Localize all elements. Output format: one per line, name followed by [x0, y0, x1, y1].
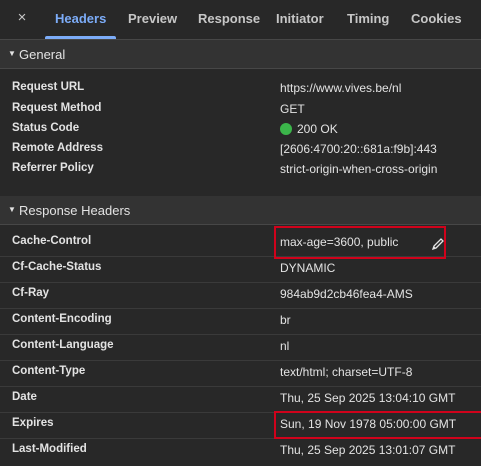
response-row-content-language: Content-Language nl — [0, 337, 481, 357]
header-value[interactable]: DYNAMIC — [280, 261, 335, 275]
general-row-request-url: Request URL https://www.vives.be/nl — [0, 79, 481, 99]
tab-response[interactable]: Response — [198, 11, 260, 26]
row-divider — [0, 438, 481, 439]
active-tab-indicator — [45, 36, 116, 39]
header-name: Content-Language — [12, 339, 114, 351]
tab-timing[interactable]: Timing — [347, 11, 389, 26]
general-row-remote-address: Remote Address [2606:4700:20::681a:f9b]:… — [0, 140, 481, 160]
row-divider — [0, 360, 481, 361]
section-general-header[interactable]: ▼ General — [0, 40, 481, 69]
response-row-expires: Expires Sun, 19 Nov 1978 05:00:00 GMT — [0, 415, 481, 435]
status-code-text: 200 OK — [297, 122, 338, 136]
header-value[interactable]: GET — [280, 102, 305, 116]
details-tab-bar: × Headers Preview Response Initiator Tim… — [0, 0, 481, 40]
general-row-status-code: Status Code 200 OK — [0, 120, 481, 140]
response-row-cf-cache-status: Cf-Cache-Status DYNAMIC — [0, 259, 481, 279]
row-divider — [0, 412, 481, 413]
header-value[interactable]: Thu, 25 Sep 2025 13:04:10 GMT — [280, 391, 455, 405]
close-icon[interactable]: × — [14, 10, 30, 26]
header-name: Cache-Control — [12, 235, 92, 247]
header-value[interactable]: max-age=3600, public — [280, 235, 398, 249]
response-row-date: Date Thu, 25 Sep 2025 13:04:10 GMT — [0, 389, 481, 409]
section-response-headers-title: Response Headers — [19, 203, 131, 218]
header-value[interactable]: Sun, 19 Nov 1978 05:00:00 GMT — [280, 417, 456, 431]
tab-initiator[interactable]: Initiator — [276, 11, 324, 26]
response-row-content-type: Content-Type text/html; charset=UTF-8 — [0, 363, 481, 383]
general-row-referrer-policy: Referrer Policy strict-origin-when-cross… — [0, 160, 481, 180]
section-general-title: General — [19, 47, 66, 62]
header-value[interactable]: Thu, 25 Sep 2025 13:01:07 GMT — [280, 443, 455, 457]
row-divider — [0, 282, 481, 283]
header-value[interactable]: br — [280, 313, 291, 327]
collapse-arrow-icon: ▼ — [8, 205, 16, 214]
header-name: Last-Modified — [12, 443, 87, 455]
row-divider — [0, 308, 481, 309]
header-name: Content-Type — [12, 365, 86, 377]
header-name: Cf-Ray — [12, 287, 50, 299]
response-row-content-encoding: Content-Encoding br — [0, 311, 481, 331]
row-divider — [0, 334, 481, 335]
response-row-last-modified: Last-Modified Thu, 25 Sep 2025 13:01:07 … — [0, 441, 481, 461]
header-name: Content-Encoding — [12, 313, 112, 325]
response-row-cf-ray: Cf-Ray 984ab9d2cb46fea4-AMS — [0, 285, 481, 305]
section-response-headers-header[interactable]: ▼ Response Headers — [0, 196, 481, 225]
header-name: Status Code — [12, 122, 80, 134]
tab-headers[interactable]: Headers — [55, 11, 106, 26]
header-name: Request Method — [12, 102, 102, 114]
header-name: Referrer Policy — [12, 162, 94, 174]
header-value[interactable]: nl — [280, 339, 289, 353]
tab-preview[interactable]: Preview — [128, 11, 177, 26]
header-value[interactable]: 984ab9d2cb46fea4-AMS — [280, 287, 413, 301]
header-value[interactable]: text/html; charset=UTF-8 — [280, 365, 412, 379]
status-ok-dot-icon — [280, 123, 292, 135]
collapse-arrow-icon: ▼ — [8, 49, 16, 58]
header-value[interactable]: [2606:4700:20::681a:f9b]:443 — [280, 142, 437, 156]
header-name: Remote Address — [12, 142, 103, 154]
header-value[interactable]: strict-origin-when-cross-origin — [280, 162, 437, 176]
header-name: Expires — [12, 417, 54, 429]
header-name: Request URL — [12, 81, 85, 93]
header-value[interactable]: 200 OK — [280, 122, 338, 136]
response-row-cache-control: Cache-Control max-age=3600, public — [0, 233, 481, 253]
header-value[interactable]: https://www.vives.be/nl — [280, 81, 401, 95]
header-name: Cf-Cache-Status — [12, 261, 102, 273]
general-row-request-method: Request Method GET — [0, 100, 481, 120]
tab-cookies[interactable]: Cookies — [411, 11, 462, 26]
row-divider — [0, 386, 481, 387]
header-name: Date — [12, 391, 37, 403]
pencil-icon[interactable] — [431, 237, 445, 251]
row-divider — [0, 256, 481, 257]
